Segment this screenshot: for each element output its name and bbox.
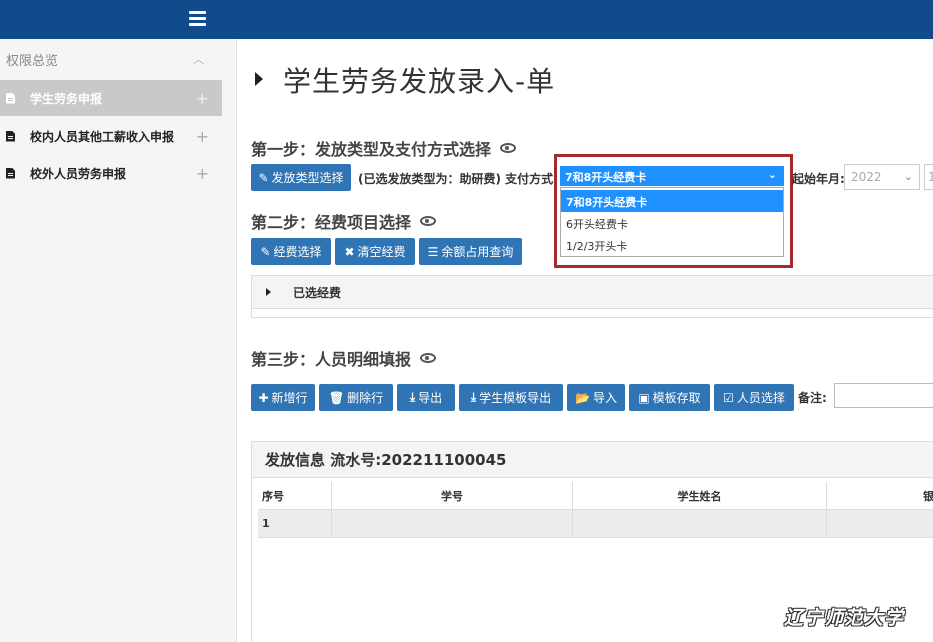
- table-cell-student-name[interactable]: [573, 510, 827, 538]
- add-row-button-label: 新增行: [271, 391, 308, 405]
- folder-open-icon: 📂: [575, 390, 590, 405]
- step2-heading: 第二步：经费项目选择: [251, 209, 437, 233]
- import-button[interactable]: 📂 导入: [567, 384, 625, 411]
- step3-heading: 第三步：人员明细填报: [251, 346, 437, 370]
- document-icon: [6, 130, 15, 142]
- student-template-export-button[interactable]: ⤓ 学生模板导出: [459, 384, 563, 411]
- save-icon: ▣: [638, 390, 650, 405]
- grid-title: 发放信息 流水号:202211100045: [265, 451, 507, 469]
- start-year-select[interactable]: 2022 ⌄: [844, 164, 920, 190]
- start-month-select[interactable]: 1: [924, 164, 933, 190]
- sidebar-header-label: 权限总览: [6, 53, 59, 69]
- caret-right-icon: [266, 288, 271, 296]
- sidebar-item-external-labor[interactable]: 校外人员劳务申报 +: [0, 155, 222, 191]
- import-button-label: 导入: [592, 391, 617, 405]
- payment-method-dropdown: 7和8开头经费卡 6开头经费卡 1/2/3开头卡: [560, 187, 784, 257]
- download-icon: ⤓: [409, 390, 416, 404]
- sidebar: 权限总览 ︿ 学生劳务申报 + 校内人员其他工薪收入申报 + 校外人员劳务申报 …: [0, 39, 237, 642]
- pencil-icon: ✎: [260, 244, 271, 259]
- payment-method-select[interactable]: 7和8开头经费卡 ⌄: [560, 166, 784, 186]
- top-navbar: [0, 0, 933, 39]
- sidebar-item-internal-income[interactable]: 校内人员其他工薪收入申报 +: [0, 118, 222, 154]
- page-title: 学生劳务发放录入-单: [283, 65, 556, 98]
- balance-query-button-label: 余额占用查询: [441, 245, 514, 259]
- selected-funds-panel: 已选经费: [251, 275, 933, 318]
- plus-icon: ✚: [258, 390, 269, 405]
- student-template-export-button-label: 学生模板导出: [479, 391, 552, 405]
- plus-icon[interactable]: +: [196, 164, 209, 183]
- column-header: 银: [827, 482, 933, 510]
- sidebar-header[interactable]: 权限总览 ︿: [0, 39, 222, 79]
- watermark-logo: 辽宁师范大学: [784, 607, 905, 629]
- column-header: 学生姓名: [573, 482, 827, 510]
- person-select-button-label: 人员选择: [736, 391, 785, 405]
- eye-icon[interactable]: [420, 216, 437, 226]
- sidebar-item-label: 学生劳务申报: [30, 91, 103, 106]
- step1-title: 第一步：发放类型及支付方式选择: [251, 140, 492, 159]
- step2-title: 第二步：经费项目选择: [251, 213, 412, 232]
- sidebar-item-label: 校外人员劳务申报: [30, 166, 127, 181]
- clear-fund-button[interactable]: ✖ 清空经费: [335, 238, 415, 265]
- step3-title: 第三步：人员明细填报: [251, 350, 412, 369]
- selected-funds-panel-header[interactable]: 已选经费: [252, 276, 933, 309]
- chevron-down-icon: ⌄: [903, 170, 913, 183]
- plus-icon[interactable]: +: [196, 89, 209, 108]
- eye-icon[interactable]: [500, 143, 517, 153]
- balance-query-button[interactable]: ☰ 余额占用查询: [419, 238, 522, 265]
- table-cell-index: 1: [258, 510, 332, 538]
- template-save-button-label: 模板存取: [652, 391, 701, 405]
- person-select-button[interactable]: ☑ 人员选择: [714, 384, 794, 411]
- document-icon: [6, 92, 15, 104]
- selected-type-info: (已选发放类型为：助研费) 支付方式:: [358, 172, 558, 186]
- start-month-value: 1: [928, 170, 933, 184]
- type-select-button[interactable]: ✎ 发放类型选择: [251, 164, 351, 191]
- payment-option-6[interactable]: 6开头经费卡: [561, 212, 783, 234]
- remark-label: 备注:: [798, 391, 827, 405]
- list-icon: ☰: [427, 244, 439, 259]
- fund-select-button-label: 经费选择: [273, 245, 322, 259]
- column-header: 序号: [258, 482, 332, 510]
- clear-fund-button-label: 清空经费: [357, 245, 406, 259]
- selected-funds-panel-title: 已选经费: [293, 285, 342, 300]
- table-cell-bank[interactable]: [827, 510, 933, 538]
- plus-icon[interactable]: +: [196, 127, 209, 146]
- column-header: 学号: [332, 482, 573, 510]
- close-icon: ✖: [344, 244, 355, 259]
- download-icon: ⤓: [470, 390, 477, 404]
- export-button[interactable]: ⤓ 导出: [397, 384, 455, 411]
- fund-select-button[interactable]: ✎ 经费选择: [251, 238, 331, 265]
- start-month-label: 起始年月:: [792, 172, 845, 186]
- sidebar-item-label: 校内人员其他工薪收入申报: [30, 129, 175, 144]
- export-button-label: 导出: [418, 391, 443, 405]
- table-cell-student-id[interactable]: [332, 510, 573, 538]
- delete-row-button[interactable]: 🗑 删除行: [319, 384, 393, 411]
- delete-row-button-label: 删除行: [347, 391, 384, 405]
- step1-heading: 第一步：发放类型及支付方式选择: [251, 136, 517, 160]
- trash-icon: 🗑: [328, 390, 345, 405]
- grid-header: 发放信息 流水号:202211100045: [252, 442, 933, 478]
- type-select-button-label: 发放类型选择: [271, 171, 344, 185]
- eye-icon[interactable]: [420, 353, 437, 363]
- chevron-down-icon: ⌄: [767, 168, 777, 181]
- table-row[interactable]: 1: [258, 510, 933, 538]
- checkbox-icon: ☑: [723, 390, 734, 405]
- payment-selected-value: 7和8开头经费卡: [565, 171, 647, 184]
- sidebar-item-student-labor[interactable]: 学生劳务申报 +: [0, 80, 222, 116]
- table-header-row: 序号 学号 学生姓名 银: [258, 482, 933, 510]
- chevron-up-icon[interactable]: ︿: [193, 51, 204, 67]
- add-row-button[interactable]: ✚ 新增行: [251, 384, 315, 411]
- menu-toggle-icon[interactable]: [189, 11, 206, 26]
- caret-right-icon: [255, 72, 263, 86]
- pencil-icon: ✎: [258, 170, 269, 185]
- payment-option-7-8[interactable]: 7和8开头经费卡: [561, 190, 783, 212]
- document-icon: [6, 167, 15, 179]
- payment-option-1-2-3[interactable]: 1/2/3开头卡: [561, 234, 783, 256]
- start-year-value: 2022: [851, 170, 882, 184]
- remark-input[interactable]: [834, 383, 933, 408]
- template-save-button[interactable]: ▣ 模板存取: [629, 384, 710, 411]
